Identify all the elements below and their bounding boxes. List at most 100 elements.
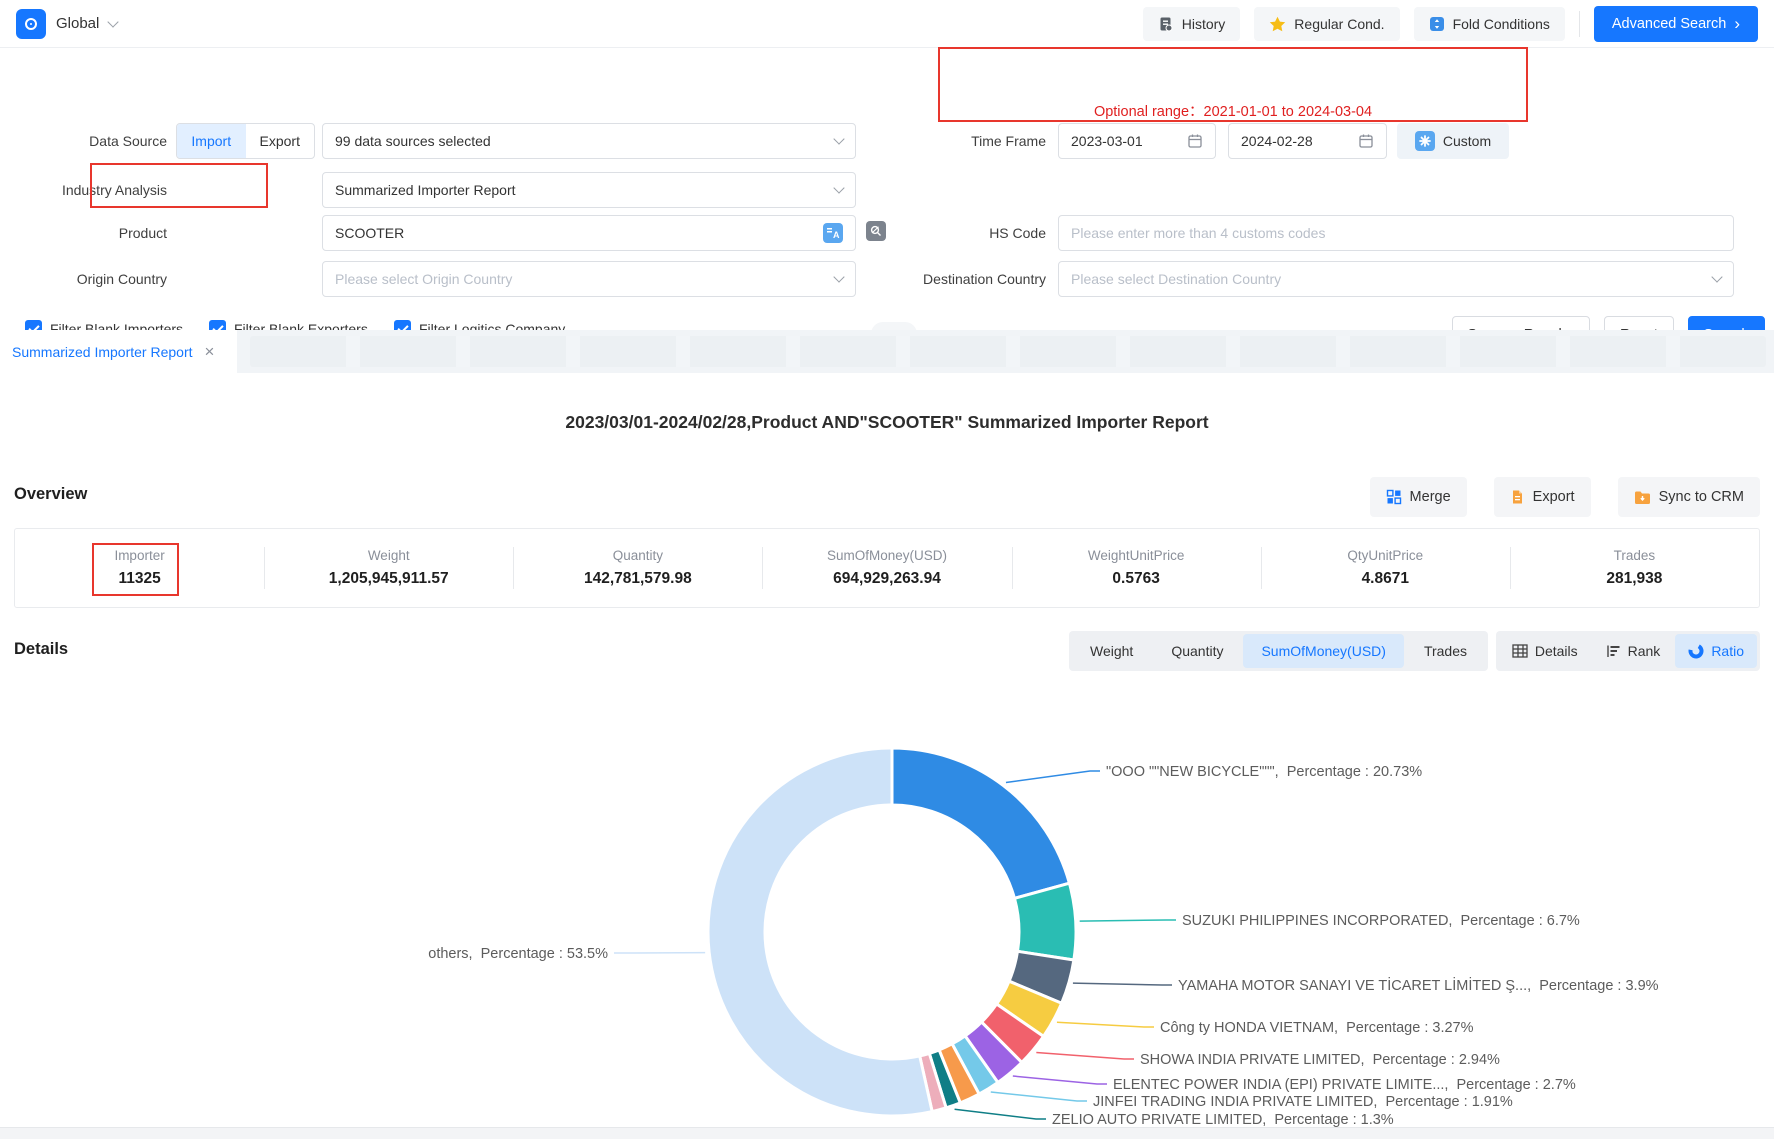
pie-label: SHOWA INDIA PRIVATE LIMITED, Percentage … [1140, 1052, 1500, 1068]
chevron-down-icon[interactable] [108, 16, 119, 27]
pie-label: ZELIO AUTO PRIVATE LIMITED, Percentage :… [1052, 1112, 1394, 1128]
stat-sum-of-money: SumOfMoney(USD) 694,929,263.94 [762, 529, 1011, 607]
exact-search-icon[interactable] [866, 221, 886, 241]
data-source-segmented: Import Export [176, 123, 315, 159]
pie-label: JINFEI TRADING INDIA PRIVATE LIMITED, Pe… [1093, 1094, 1513, 1110]
result-tab-strip: Summarized Importer Report × [0, 330, 1774, 373]
view-tab-ratio[interactable]: Ratio [1675, 634, 1757, 668]
divider [1579, 11, 1580, 37]
stat-quantity: Quantity 142,781,579.98 [513, 529, 762, 607]
stat-weight-unit-price: WeightUnitPrice 0.5763 [1012, 529, 1261, 607]
merge-button[interactable]: Merge [1370, 477, 1467, 517]
sync-crm-icon [1634, 490, 1651, 505]
industry-analysis-label: Industry Analysis [7, 172, 167, 208]
next-section-edge [0, 1127, 1774, 1139]
search-form: Data Source Import Export 99 data source… [0, 48, 1774, 330]
calendar-icon [1187, 133, 1203, 149]
industry-analysis-select[interactable]: Summarized Importer Report [322, 172, 856, 208]
view-tab-rank[interactable]: Rank [1593, 634, 1674, 668]
report-actions: Merge Export Sync to CRM [1370, 477, 1760, 517]
merge-icon [1386, 489, 1402, 505]
close-icon[interactable]: × [205, 343, 215, 360]
pie-label: others, Percentage : 53.5% [428, 946, 608, 962]
pie-slice[interactable] [1014, 883, 1076, 960]
date-to-input[interactable]: 2024-02-28 [1228, 123, 1387, 159]
pie-label: "OOO ""NEW BICYCLE""", Percentage : 20.7… [1106, 764, 1422, 780]
origin-country-label: Origin Country [7, 261, 167, 297]
star-icon [1269, 16, 1286, 32]
date-from-input[interactable]: 2023-03-01 [1058, 123, 1216, 159]
tab-export[interactable]: Export [246, 124, 315, 158]
label-leader-line [955, 1109, 1046, 1119]
table-icon [1512, 644, 1528, 658]
tab-import[interactable]: Import [177, 124, 246, 158]
label-leader-line [1036, 1052, 1134, 1059]
ratio-donut-chart: "OOO ""NEW BICYCLE""", Percentage : 20.7… [0, 690, 1774, 1139]
history-icon [1158, 16, 1174, 32]
data-sources-select[interactable]: 99 data sources selected [322, 123, 856, 159]
export-button[interactable]: Export [1494, 477, 1591, 517]
report-title: 2023/03/01-2024/02/28,Product AND"SCOOTE… [0, 412, 1774, 433]
custom-range-button[interactable]: Custom [1397, 123, 1509, 159]
hs-code-input[interactable]: Please enter more than 4 customs codes [1058, 215, 1734, 251]
stat-qty-unit-price: QtyUnitPrice 4.8671 [1261, 529, 1510, 607]
chevron-down-icon [833, 133, 844, 144]
label-leader-line [1013, 1076, 1107, 1084]
translate-icon[interactable]: A [823, 223, 843, 243]
metric-tab-sum-of-money[interactable]: SumOfMoney(USD) [1243, 634, 1403, 668]
fold-icon [1429, 16, 1445, 32]
label-leader-line [991, 1092, 1087, 1101]
overview-stats: Importer 11325 Weight 1,205,945,911.57 Q… [14, 528, 1760, 608]
tab-summarized-importer-report[interactable]: Summarized Importer Report × [0, 330, 237, 373]
regular-cond-button[interactable]: Regular Cond. [1254, 7, 1399, 41]
view-toggle-group: Details Rank Ratio [1496, 631, 1760, 671]
ratio-chart-area: "OOO ""NEW BICYCLE""", Percentage : 20.7… [0, 690, 1774, 1139]
metric-tab-quantity[interactable]: Quantity [1153, 634, 1241, 668]
label-leader-line [1057, 1022, 1154, 1027]
view-tab-details[interactable]: Details [1499, 634, 1591, 668]
details-heading: Details [14, 640, 68, 659]
chevron-down-icon [833, 182, 844, 193]
history-button[interactable]: History [1143, 7, 1241, 41]
chevron-down-icon [1711, 271, 1722, 282]
data-source-label: Data Source [7, 123, 167, 159]
optional-range-note: Optional range：2021-01-01 to 2024-03-04 [938, 100, 1528, 121]
fold-conditions-button[interactable]: Fold Conditions [1414, 7, 1565, 41]
overview-heading: Overview [14, 485, 87, 504]
pie-label: SUZUKI PHILIPPINES INCORPORATED, Percent… [1182, 913, 1580, 929]
svg-text:A: A [833, 230, 840, 240]
stat-weight: Weight 1,205,945,911.57 [264, 529, 513, 607]
label-leader-line [1006, 771, 1100, 782]
chevron-down-icon [833, 271, 844, 282]
product-input[interactable]: SCOOTER A [322, 215, 856, 251]
pie-label: YAMAHA MOTOR SANAYI VE TİCARET LİMİTED Ş… [1178, 976, 1659, 994]
pie-label: Công ty HONDA VIETNAM, Percentage : 3.27… [1160, 1020, 1474, 1036]
metric-toggle-group: Weight Quantity SumOfMoney(USD) Trades [1069, 631, 1488, 671]
calendar-icon [1358, 133, 1374, 149]
region-selector[interactable]: Global [56, 15, 99, 32]
label-leader-line [1080, 920, 1176, 921]
custom-icon [1415, 131, 1435, 151]
label-leader-line [1073, 983, 1172, 985]
hs-code-label: HS Code [886, 215, 1046, 251]
metric-tab-weight[interactable]: Weight [1072, 634, 1151, 668]
origin-country-select[interactable]: Please select Origin Country [322, 261, 856, 297]
stat-importer: Importer 11325 [15, 529, 264, 607]
export-icon [1510, 489, 1525, 505]
time-frame-label: Time Frame [886, 123, 1046, 159]
pie-slice[interactable] [892, 748, 1069, 898]
blurred-background-cells [250, 336, 1766, 367]
advanced-search-button[interactable]: Advanced Search › [1594, 6, 1758, 42]
product-label: Product [7, 215, 167, 251]
destination-country-label: Destination Country [886, 261, 1046, 297]
stat-trades: Trades 281,938 [1510, 529, 1759, 607]
sync-to-crm-button[interactable]: Sync to CRM [1618, 477, 1760, 517]
rank-icon [1606, 644, 1621, 658]
chevron-right-icon: › [1734, 15, 1740, 32]
metric-tab-trades[interactable]: Trades [1406, 634, 1485, 668]
destination-country-select[interactable]: Please select Destination Country [1058, 261, 1734, 297]
app-page: Global History Regular Cond. [0, 0, 1774, 1139]
top-bar: Global History Regular Cond. [0, 0, 1774, 48]
pie-label: ELENTEC POWER INDIA (EPI) PRIVATE LIMITE… [1113, 1077, 1576, 1093]
region-icon [16, 9, 46, 39]
